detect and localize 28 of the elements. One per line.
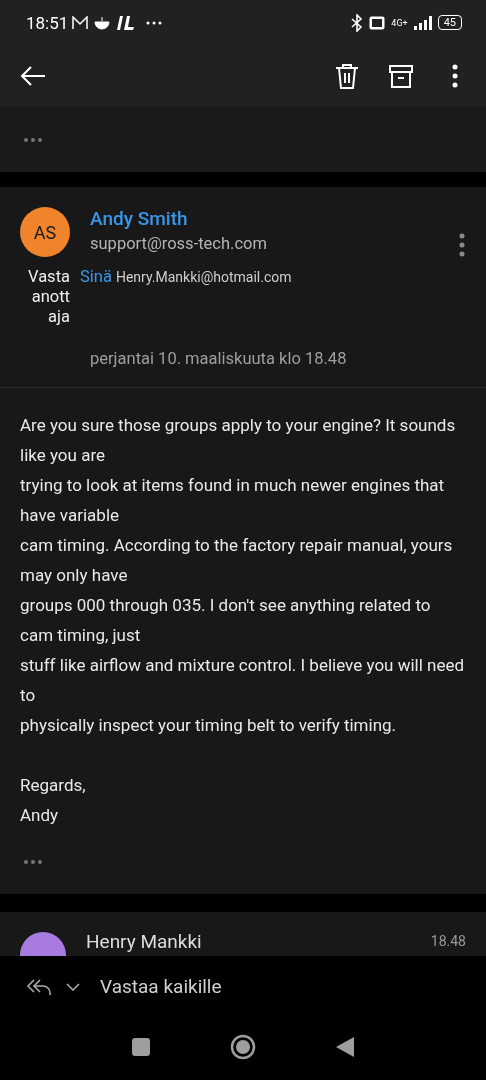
back-icon[interactable] bbox=[20, 65, 46, 87]
message-paragraph: Regards, Andy bbox=[20, 774, 87, 827]
battery-level: 45 bbox=[437, 15, 462, 30]
sender-name: Henry Mankki bbox=[86, 930, 203, 953]
reply-all-button[interactable]: Vastaa kaikille bbox=[100, 975, 222, 998]
chevron-down-icon[interactable] bbox=[66, 982, 80, 991]
recipient-name: Sinä bbox=[80, 267, 112, 288]
sender-name: Andy Smith bbox=[90, 207, 189, 230]
message-menu-icon[interactable] bbox=[458, 233, 466, 257]
sender-avatar: AS bbox=[20, 207, 70, 257]
message-date: perjantai 10. maaliskuuta klo 18.48 bbox=[0, 327, 486, 388]
bowl-icon bbox=[94, 15, 111, 30]
home-icon[interactable] bbox=[230, 1034, 256, 1060]
mail-icon bbox=[72, 15, 89, 30]
app-logo-icon bbox=[116, 14, 135, 31]
back-nav-icon[interactable] bbox=[336, 1037, 354, 1057]
recipient-email: Henry.Mankki@hotmail.com bbox=[115, 269, 292, 287]
bluetooth-icon bbox=[351, 13, 364, 32]
signal-icon bbox=[413, 15, 432, 30]
network-type: 4G+ bbox=[391, 17, 408, 28]
expand-quoted-icon[interactable] bbox=[24, 137, 42, 142]
reply-all-icon[interactable] bbox=[26, 977, 52, 996]
status-time: 18:51 bbox=[26, 12, 69, 33]
recipients-label: Vasta anott aja bbox=[27, 267, 70, 327]
sender-email: support@ross-tech.com bbox=[90, 234, 268, 253]
more-notifications-icon bbox=[146, 20, 163, 25]
message-paragraph: Are you sure those groups apply to your engine? It sounds like you are trying to look at items found in much newer engines that have variable cam timing. According to the factory repair manual, yours may only have groups 000 through 035. I don't see anything related to cam timing, just stuff like airflow and mixture control. I believe you will need to physically inspect your timing belt to verify timing. bbox=[20, 414, 466, 737]
message-time: 18.48 bbox=[430, 932, 466, 950]
